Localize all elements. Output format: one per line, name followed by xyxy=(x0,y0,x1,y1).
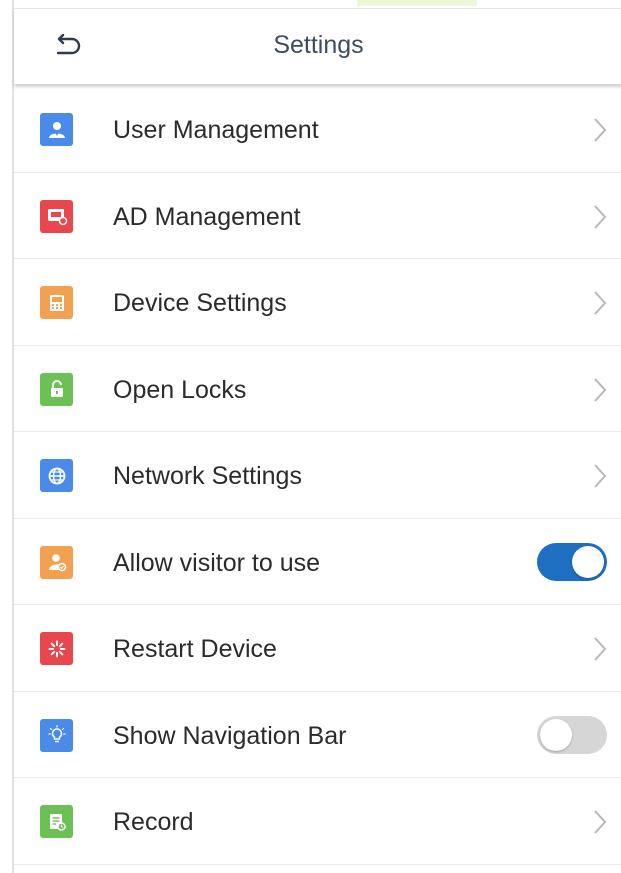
show-navigation-bar-toggle[interactable] xyxy=(537,715,607,754)
user-icon xyxy=(40,113,73,146)
top-accent-bar xyxy=(357,0,477,6)
menu-item-label: Open Locks xyxy=(113,375,247,404)
page-title: Settings xyxy=(273,31,364,59)
settings-list: User Management AD Management Device Set… xyxy=(14,86,621,865)
menu-item-label: Record xyxy=(113,808,194,836)
menu-item-network-settings[interactable]: Network Settings xyxy=(14,432,621,519)
menu-item-allow-visitor: Allow visitor to use xyxy=(14,519,621,605)
menu-item-show-navigation-bar: Show Navigation Bar xyxy=(14,692,621,778)
ad-icon xyxy=(40,199,73,233)
restart-icon xyxy=(40,632,73,665)
chevron-right-icon xyxy=(594,464,607,488)
header-bar: Settings xyxy=(14,8,621,84)
chevron-right-icon xyxy=(594,204,607,229)
menu-item-label: Restart Device xyxy=(113,635,277,663)
chevron-right-icon xyxy=(594,637,607,661)
menu-item-open-locks[interactable]: Open Locks xyxy=(14,346,621,432)
menu-item-label: User Management xyxy=(113,116,319,144)
lightbulb-icon xyxy=(40,718,73,752)
menu-item-label: Show Navigation Bar xyxy=(113,721,347,750)
globe-icon xyxy=(40,459,73,492)
allow-visitor-toggle[interactable] xyxy=(537,542,607,581)
unlock-icon xyxy=(40,372,73,406)
menu-item-ad-management[interactable]: AD Management xyxy=(14,173,621,259)
chevron-right-icon xyxy=(594,291,607,315)
visitor-icon xyxy=(40,545,73,579)
menu-item-restart-device[interactable]: Restart Device xyxy=(14,605,621,692)
menu-item-label: Network Settings xyxy=(113,462,302,490)
toggle-knob xyxy=(572,545,604,578)
settings-screen: Settings User Management AD Management D… xyxy=(12,0,621,873)
menu-item-user-management[interactable]: User Management xyxy=(14,86,621,173)
menu-item-record[interactable]: Record xyxy=(14,778,621,865)
record-icon xyxy=(40,805,73,838)
menu-item-label: AD Management xyxy=(113,202,301,231)
menu-item-label: Allow visitor to use xyxy=(113,548,321,577)
menu-item-device-settings[interactable]: Device Settings xyxy=(14,259,621,346)
chevron-right-icon xyxy=(594,810,607,834)
chevron-right-icon xyxy=(594,377,607,402)
toggle-knob xyxy=(540,718,572,751)
device-icon xyxy=(40,286,73,319)
menu-item-label: Device Settings xyxy=(113,289,287,317)
chevron-right-icon xyxy=(594,118,607,142)
